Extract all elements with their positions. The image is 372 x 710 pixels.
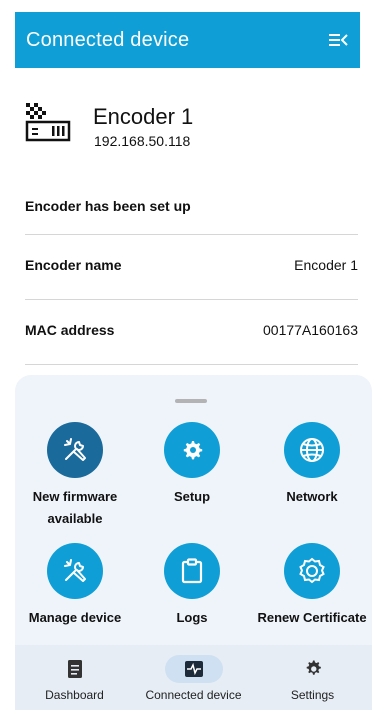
- action-label-line2: available: [47, 511, 103, 526]
- nav-connected-device[interactable]: Connected device: [134, 645, 253, 710]
- new-firmware-button[interactable]: New firmware available: [15, 422, 135, 530]
- action-label: Logs: [176, 610, 208, 625]
- nav-label: Dashboard: [45, 688, 104, 702]
- row-key: Encoder name: [25, 257, 122, 273]
- nav-dashboard[interactable]: Dashboard: [15, 645, 134, 710]
- app-bar-title: Connected device: [26, 28, 190, 51]
- gear-icon: [284, 655, 342, 683]
- device-name: Encoder 1: [93, 104, 194, 129]
- encoder-name-row: Encoder name Encoder 1: [25, 257, 358, 273]
- mac-address-row: MAC address 00177A160163: [25, 322, 358, 338]
- pulse-icon: [164, 655, 223, 683]
- logs-button[interactable]: Logs: [132, 543, 252, 629]
- device-header: Encoder 1 192.168.50.118: [15, 68, 360, 188]
- manage-device-button[interactable]: Manage device: [15, 543, 135, 629]
- action-label: Network: [286, 489, 338, 504]
- device-ip: 192.168.50.118: [94, 133, 191, 149]
- nav-label: Settings: [290, 688, 335, 702]
- app-bar: Connected device: [15, 12, 360, 68]
- document-icon: [46, 655, 104, 683]
- row-key: MAC address: [25, 322, 115, 338]
- action-label: New firmware: [32, 489, 118, 504]
- setup-status: Encoder has been set up: [25, 198, 191, 214]
- renew-certificate-button[interactable]: Renew Certificate: [252, 543, 372, 629]
- action-label: Setup: [173, 489, 211, 504]
- globe-icon: [284, 422, 340, 478]
- row-value: 00177A160163: [263, 322, 358, 338]
- action-label: Manage device: [28, 610, 122, 625]
- network-button[interactable]: Network: [252, 422, 372, 508]
- app-frame: Connected device Encoder 1 192.168.50.11…: [0, 0, 372, 710]
- clipboard-icon: [164, 543, 220, 599]
- left-margin: [0, 0, 15, 710]
- menu-collapse-icon[interactable]: [328, 29, 350, 51]
- divider: [25, 364, 358, 365]
- divider: [25, 234, 358, 235]
- encoder-icon: [24, 101, 72, 145]
- row-value: Encoder 1: [294, 257, 358, 273]
- divider: [25, 299, 358, 300]
- sheet-drag-handle[interactable]: [175, 399, 207, 403]
- setup-button[interactable]: Setup: [132, 422, 252, 508]
- tools-icon: [47, 422, 103, 478]
- tools-icon: [47, 543, 103, 599]
- gear-icon: [164, 422, 220, 478]
- bottom-navigation: Dashboard Connected device Settings: [15, 645, 372, 710]
- action-label: Renew Certificate: [257, 610, 367, 625]
- nav-settings[interactable]: Settings: [253, 645, 372, 710]
- actions-sheet: New firmware available Setup Network Man…: [15, 375, 372, 645]
- nav-label: Connected device: [145, 688, 242, 702]
- certificate-icon: [284, 543, 340, 599]
